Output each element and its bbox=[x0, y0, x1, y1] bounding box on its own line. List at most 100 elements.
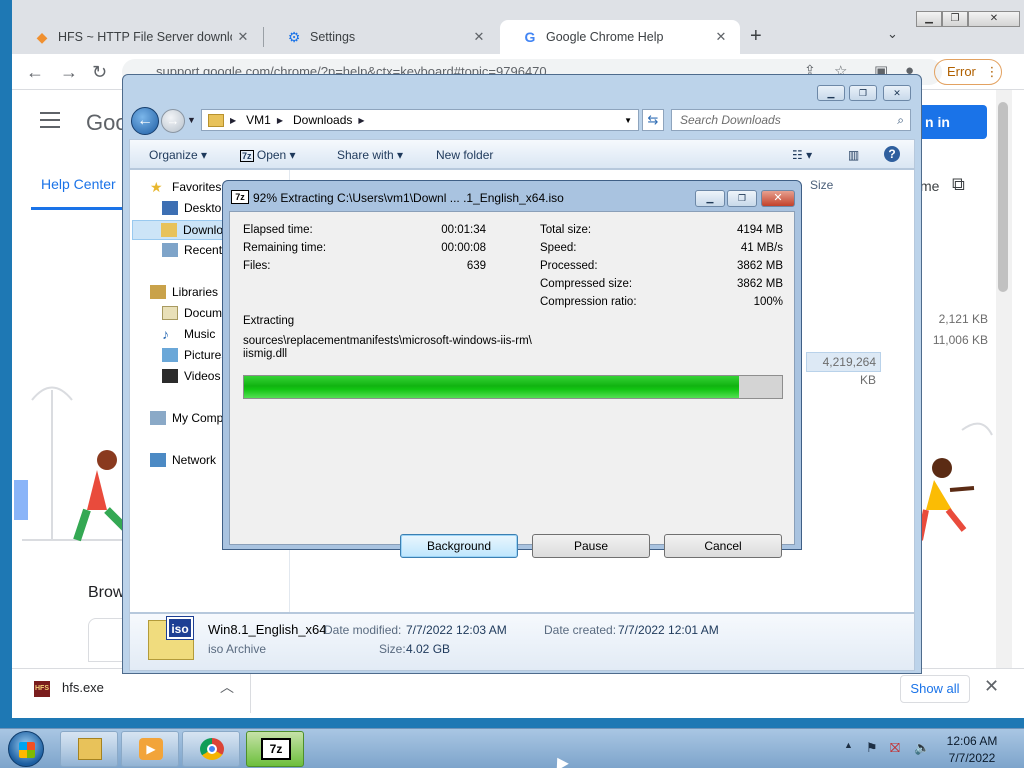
external-link-icon[interactable]: ⧉ bbox=[952, 174, 965, 195]
more-vert-icon: ⋮ bbox=[985, 64, 999, 79]
sign-in-button[interactable]: n in bbox=[917, 105, 987, 139]
nav-computer[interactable]: My Comp bbox=[150, 411, 223, 425]
explorer-address-bar[interactable]: ▶ VM1 ▶ Downloads ▶ ▼ bbox=[201, 109, 639, 131]
music-icon: ♪ bbox=[162, 326, 169, 342]
breadcrumb-vm1[interactable]: VM1 bbox=[246, 113, 271, 127]
organize-button[interactable]: Organize ▾ bbox=[149, 148, 207, 162]
view-options-icon[interactable]: ☷ ▾ bbox=[792, 148, 812, 162]
close-window-button[interactable]: ✕ bbox=[968, 11, 1020, 27]
reload-icon[interactable]: ↻ bbox=[92, 62, 107, 83]
menu-icon[interactable] bbox=[40, 112, 60, 133]
close-tab-icon[interactable]: ✕ bbox=[710, 29, 732, 45]
start-button[interactable] bbox=[8, 731, 44, 767]
help-icon[interactable]: ? bbox=[884, 146, 900, 162]
date-modified-label: Date modified: bbox=[324, 623, 402, 637]
download-bar: HFS hfs.exe ︿ Show all ✕ bbox=[12, 668, 1024, 718]
clock-time[interactable]: 12:06 AM bbox=[940, 734, 1004, 748]
extraction-progress-bar bbox=[243, 375, 783, 399]
maximize-button[interactable]: ❐ bbox=[942, 11, 968, 27]
breadcrumb-arrow-icon[interactable]: ▶ bbox=[277, 116, 283, 125]
speed-value: 41 MB/s bbox=[740, 242, 783, 254]
search-icon[interactable]: ⌕ bbox=[897, 110, 904, 130]
windows-logo-icon bbox=[19, 742, 35, 758]
network-error-icon[interactable]: ⛝ bbox=[890, 740, 900, 756]
taskbar-media-player[interactable]: ▶ bbox=[121, 731, 179, 767]
elapsed-time-value: 00:01:34 bbox=[441, 224, 486, 236]
7zip-taskbar-icon: 7z bbox=[261, 738, 291, 760]
back-button[interactable]: ← bbox=[131, 107, 159, 135]
total-size-value: 4194 MB bbox=[736, 224, 783, 236]
close-download-bar-icon[interactable]: ✕ bbox=[984, 676, 999, 697]
nav-libraries[interactable]: Libraries bbox=[150, 285, 218, 299]
preview-pane-icon[interactable]: ▥ bbox=[848, 148, 859, 162]
nav-recent[interactable]: Recent bbox=[162, 243, 222, 257]
explorer-maximize-button[interactable]: ❐ bbox=[849, 85, 877, 101]
help-center-link[interactable]: Help Center bbox=[41, 176, 116, 192]
explorer-minimize-button[interactable]: ▁ bbox=[817, 85, 845, 101]
remaining-time-value: 00:00:08 bbox=[441, 242, 486, 254]
history-dropdown-icon[interactable]: ▼ bbox=[187, 115, 196, 125]
pictures-icon bbox=[162, 348, 178, 362]
download-filename[interactable]: hfs.exe bbox=[62, 680, 104, 695]
clock-date[interactable]: 7/7/2022 bbox=[940, 751, 1004, 765]
address-dropdown-icon[interactable]: ▼ bbox=[624, 116, 632, 125]
nav-pictures[interactable]: Pictures bbox=[162, 348, 227, 362]
tab-hfs[interactable]: ◆ HFS ~ HTTP File Server downloa ✕ bbox=[12, 20, 262, 54]
new-tab-button[interactable]: + bbox=[750, 25, 762, 48]
date-created-value: 7/7/2022 12:01 AM bbox=[618, 623, 719, 637]
dialog-close-button[interactable]: ✕ bbox=[761, 190, 795, 207]
nav-music[interactable]: ♪ Music bbox=[162, 327, 215, 341]
forward-arrow-icon[interactable]: → bbox=[60, 62, 78, 83]
size-column-header[interactable]: Size bbox=[810, 178, 833, 192]
share-with-button[interactable]: Share with ▾ bbox=[337, 148, 403, 162]
search-placeholder: Search Downloads bbox=[680, 113, 781, 127]
action-center-flag-icon[interactable]: ⚑ bbox=[866, 740, 878, 756]
error-profile-button[interactable]: Error ⋮ bbox=[934, 59, 1002, 85]
libraries-icon bbox=[150, 285, 166, 299]
open-button[interactable]: 7z Open ▾ bbox=[240, 148, 296, 162]
minimize-button[interactable]: ▁ bbox=[916, 11, 942, 27]
explorer-close-button[interactable]: ✕ bbox=[883, 85, 911, 101]
search-downloads-input[interactable]: Search Downloads ⌕ bbox=[671, 109, 911, 131]
dialog-minimize-button[interactable]: ▁ bbox=[695, 190, 725, 207]
dialog-maximize-button[interactable]: ❐ bbox=[727, 190, 757, 207]
tab-search-chevron-icon[interactable]: ⌄ bbox=[887, 26, 898, 42]
7zip-progress-dialog: 7z 92% Extracting C:\Users\vm1\Downl ...… bbox=[222, 180, 802, 558]
back-arrow-icon[interactable]: ← bbox=[26, 62, 44, 83]
breadcrumb-arrow-icon[interactable]: ▶ bbox=[358, 116, 364, 125]
nav-favorites[interactable]: ★ Favorites bbox=[150, 180, 221, 194]
nav-desktop[interactable]: Desktop bbox=[162, 201, 228, 215]
taskbar-chrome[interactable] bbox=[182, 731, 240, 767]
iso-badge: iso bbox=[166, 616, 194, 640]
forward-button[interactable]: → bbox=[161, 109, 185, 133]
tab-settings[interactable]: ⚙ Settings ✕ bbox=[264, 20, 498, 54]
breadcrumb-downloads[interactable]: Downloads bbox=[293, 113, 352, 127]
close-tab-icon[interactable]: ✕ bbox=[468, 29, 490, 45]
refresh-icon[interactable]: ⇆ bbox=[642, 109, 664, 131]
pause-button[interactable]: Pause bbox=[532, 534, 650, 558]
nav-documents[interactable]: Docum bbox=[162, 306, 222, 320]
compression-ratio-value: 100% bbox=[753, 296, 783, 308]
cancel-button[interactable]: Cancel bbox=[664, 534, 782, 558]
taskbar-7zip[interactable]: 7z bbox=[246, 731, 304, 767]
network-icon bbox=[150, 453, 166, 467]
volume-icon[interactable]: 🔈 bbox=[914, 740, 930, 756]
nav-videos[interactable]: Videos bbox=[162, 369, 220, 383]
file-size-selected[interactable]: 4,219,264 KB bbox=[806, 352, 881, 387]
show-all-button[interactable]: Show all bbox=[900, 675, 970, 703]
date-created-label: Date created: bbox=[544, 623, 617, 637]
computer-icon bbox=[150, 411, 166, 425]
taskbar-explorer[interactable] bbox=[60, 731, 118, 767]
current-file-name: iismig.dll bbox=[243, 348, 288, 360]
chevron-up-icon[interactable]: ︿ bbox=[220, 677, 234, 697]
background-button[interactable]: Background bbox=[400, 534, 518, 558]
new-folder-button[interactable]: New folder bbox=[436, 148, 493, 162]
close-tab-icon[interactable]: ✕ bbox=[232, 29, 254, 45]
tab-chrome-help[interactable]: G Google Chrome Help ✕ bbox=[500, 20, 740, 54]
show-hidden-icons-icon[interactable]: ▲ bbox=[844, 740, 853, 750]
browse-heading: Brow bbox=[88, 584, 125, 601]
videos-icon bbox=[162, 369, 178, 383]
page-scrollbar-thumb[interactable] bbox=[998, 102, 1008, 292]
nav-network[interactable]: Network bbox=[150, 453, 216, 467]
breadcrumb-arrow-icon[interactable]: ▶ bbox=[230, 116, 236, 125]
